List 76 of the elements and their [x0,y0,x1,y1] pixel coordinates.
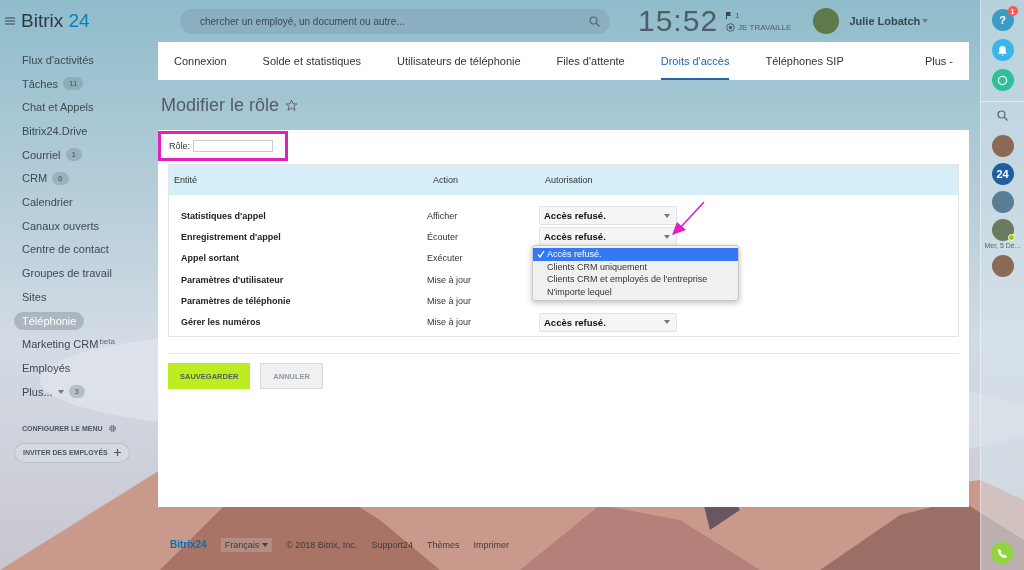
language-selector[interactable]: Français [220,537,273,552]
phone-icon [996,547,1008,559]
sidebar-item[interactable]: Employés [22,356,71,380]
entity-cell-text: Statistiques d'appel [181,210,267,221]
search-field[interactable]: chercher un employé, un document ou autre... [198,14,589,28]
caret-icon [664,320,670,325]
copyright: © 2018 Bitrix, Inc. [286,539,358,550]
column-header: Entité [174,175,198,185]
tab[interactable]: Connexion [174,42,227,80]
counter-badge: 6 [52,171,69,185]
sidebar-item[interactable]: Courriel 1 [22,142,82,167]
record-icon [726,22,736,32]
permission-select[interactable]: Accès refusé. [539,312,677,332]
search-bar[interactable]: chercher un employé, un document ou autre... [180,8,610,34]
role-input[interactable] [193,140,273,152]
sidebar-item[interactable]: Calendrier [22,190,73,214]
sidebar-item[interactable]: Tâches 11 [22,71,84,96]
dropdown-option[interactable]: Clients CRM et employés de l'entreprise [533,273,738,286]
sidebar-item[interactable]: Chat et Appels [22,95,94,120]
sidebar-item[interactable]: Flux d'activités [22,48,94,72]
caret-icon [664,213,670,218]
dropdown-option[interactable]: N'importe lequel [533,285,738,299]
bell-icon [997,44,1008,56]
entity-cell-text: Appel sortant [181,253,240,264]
dropdown-option[interactable]: Accès refusé. [533,248,738,261]
column-header: Action [433,175,459,185]
action-cell-text: Exécuter [427,253,464,264]
footer-link[interactable]: Thèmes [426,539,460,550]
entity-cell-text: Enregistrement d'appel [181,231,282,242]
action-cell-text: Mise à jour [427,295,472,306]
sidebar-item[interactable]: CRM 6 [22,166,69,191]
tab[interactable]: Téléphones SIP [765,42,844,80]
sidebar-item[interactable]: Groupes de travail [22,261,112,285]
counter-badge: 11 [63,77,84,91]
role-label: Rôle: [169,141,190,151]
column-header: Autorisation [545,175,594,185]
flag-counter[interactable]: 1 [726,10,792,20]
chat-icon [997,74,1008,86]
footer-link[interactable]: Imprimer [473,539,509,550]
beta-tag: beta [99,336,115,346]
logo[interactable]: Bitrix 24 [21,10,90,32]
entity-cell-text: Paramètres d'utilisateur [181,274,285,285]
search-icon[interactable] [997,110,1008,121]
counter-badge: 3 [68,385,86,399]
sidebar-item[interactable]: Canaux ouverts [22,213,100,238]
search-icon[interactable] [589,15,600,27]
entity-cell-text: Paramètres de téléphonie [181,295,292,306]
work-status[interactable]: JE TRAVAILLE [726,22,792,32]
sidebar-item[interactable]: Plus... 3 [22,379,86,404]
star-icon[interactable] [285,98,299,112]
user-name[interactable]: Julie Lobatch [849,15,921,27]
check-icon [537,250,545,259]
tab[interactable]: Plus - [924,42,953,80]
plus-icon [113,449,121,457]
sidebar-item[interactable]: Centre de contact [22,237,109,262]
action-cell-text: Mise à jour [427,274,472,285]
tab[interactable]: Files d'attente [556,42,625,80]
action-cell-text: Mise à jour [427,317,472,328]
sidebar-item[interactable]: Bitrix24.Drive [22,119,88,143]
caret-icon [262,542,269,547]
clock: 15:52 [638,4,719,38]
dropdown-option[interactable]: Clients CRM uniquement [533,260,738,274]
action-cell-text: Afficher [427,210,459,221]
caret-icon [922,19,929,23]
tab[interactable]: Utilisateurs de téléphonie [397,42,521,80]
caret-icon [664,234,670,239]
entity-cell-text: Gérer les numéros [181,317,262,328]
tab[interactable]: Droits d'accès [660,42,730,80]
action-cell-text: Écouter [427,231,460,242]
tab[interactable]: Solde et statistiques [262,42,362,80]
sidebar-item[interactable]: Sites [22,284,47,309]
page-title: Modifier le rôle [161,94,280,116]
flag-icon [726,11,733,19]
counter-badge: 1 [65,148,82,162]
permission-select[interactable]: Accès refusé. [539,206,677,226]
menu-icon[interactable] [5,17,15,25]
